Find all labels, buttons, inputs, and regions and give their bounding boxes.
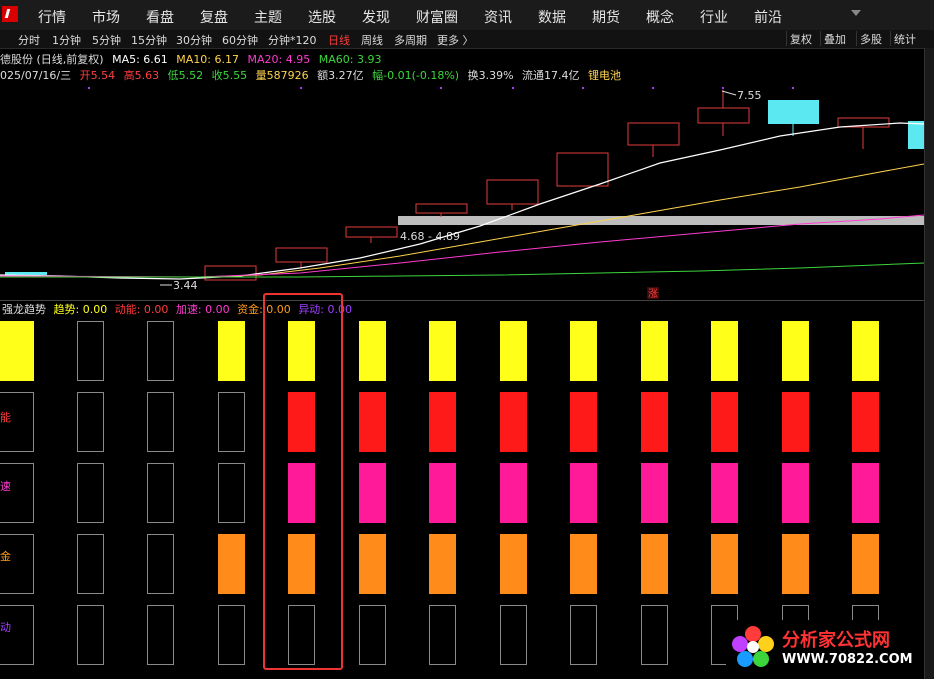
watermark-name: 分析家公式网: [782, 630, 890, 651]
indicator-accel: 加速: 0.00: [175, 303, 230, 316]
signal-block-fund: [500, 534, 527, 594]
signal-block-power: [711, 392, 738, 452]
signal-block-trend: [0, 321, 34, 381]
watermark-logo: 分析家公式网 WWW.70822.COM: [726, 620, 924, 672]
signal-block-fund: [711, 534, 738, 594]
signal-block-abnormal: [500, 605, 527, 665]
signal-block-abnormal: [641, 605, 668, 665]
signal-block-power: [500, 392, 527, 452]
signal-block-trend: [218, 321, 245, 381]
ma60-line: [0, 262, 924, 278]
signal-block-fund: [852, 534, 879, 594]
candle: [556, 152, 609, 187]
candle: [627, 122, 680, 146]
signal-block-trend: [359, 321, 386, 381]
signal-block-accel: [500, 463, 527, 523]
signal-block-fund: [782, 534, 809, 594]
indicator-name[interactable]: 强龙趋势: [2, 303, 46, 316]
signal-block-fund: [570, 534, 597, 594]
flower-logo-icon: [732, 626, 774, 667]
kline-marker-dots: [88, 87, 794, 89]
signal-block-trend: [711, 321, 738, 381]
signal-block-trend: [782, 321, 809, 381]
signal-block-fund: [359, 534, 386, 594]
signal-block-trend: [570, 321, 597, 381]
signal-block-abnormal: [77, 605, 104, 665]
candle-down: [768, 100, 819, 124]
ma5-line: [0, 122, 924, 280]
signal-block-abnormal: [429, 605, 456, 665]
signal-block-accel: [77, 463, 104, 523]
signal-block-power: [429, 392, 456, 452]
signal-block-fund: [0, 534, 34, 594]
candle: [415, 203, 468, 214]
range-band: [398, 216, 924, 225]
indicator-power: 动能: 0.00: [114, 303, 169, 316]
signal-block-trend: [641, 321, 668, 381]
signal-block-power: [0, 392, 34, 452]
indicator-trend: 趋势: 0.00: [53, 303, 108, 316]
signal-block-accel: [782, 463, 809, 523]
signal-block-accel: [711, 463, 738, 523]
candle: [697, 107, 750, 124]
signal-block-power: [359, 392, 386, 452]
signal-block-trend: [429, 321, 456, 381]
candle-down: [908, 121, 924, 149]
signal-block-power: [218, 392, 245, 452]
low-label: 3.44: [173, 279, 198, 292]
kline-chart[interactable]: 4.68 - 4.89 7.55 3.44 涨: [0, 0, 924, 300]
candle: [345, 226, 398, 238]
signal-block-power: [852, 392, 879, 452]
signal-block-trend: [77, 321, 104, 381]
signal-block-power: [782, 392, 809, 452]
signal-block-power: [641, 392, 668, 452]
signal-block-trend: [500, 321, 527, 381]
signal-block-accel: [147, 463, 174, 523]
signal-block-accel: [429, 463, 456, 523]
signal-block-accel: [641, 463, 668, 523]
indicator-header: 强龙趋势 趋势: 0.00 动能: 0.00 加速: 0.00 资金: 0.00…: [0, 301, 924, 319]
signal-block-accel: [0, 463, 34, 523]
high-label: 7.55: [737, 89, 762, 102]
signal-block-fund: [218, 534, 245, 594]
rise-marker: 涨: [648, 288, 658, 300]
highlight-box: [263, 293, 343, 670]
signal-block-abnormal: [570, 605, 597, 665]
signal-block-trend: [147, 321, 174, 381]
signal-block-accel: [852, 463, 879, 523]
watermark-url: WWW.70822.COM: [782, 652, 913, 667]
signal-block-accel: [570, 463, 597, 523]
signal-block-abnormal: [359, 605, 386, 665]
candle: [275, 247, 328, 263]
signal-block-fund: [429, 534, 456, 594]
signal-block-accel: [218, 463, 245, 523]
signal-block-power: [570, 392, 597, 452]
signal-block-abnormal: [147, 605, 174, 665]
signal-block-trend: [852, 321, 879, 381]
signal-block-fund: [641, 534, 668, 594]
signal-block-accel: [359, 463, 386, 523]
signal-block-fund: [77, 534, 104, 594]
signal-block-power: [77, 392, 104, 452]
signal-block-abnormal: [0, 605, 34, 665]
candle-down: [5, 272, 47, 275]
signal-block-power: [147, 392, 174, 452]
candle: [486, 179, 539, 205]
signal-block-fund: [147, 534, 174, 594]
scrollbar[interactable]: [924, 48, 934, 679]
signal-block-abnormal: [218, 605, 245, 665]
